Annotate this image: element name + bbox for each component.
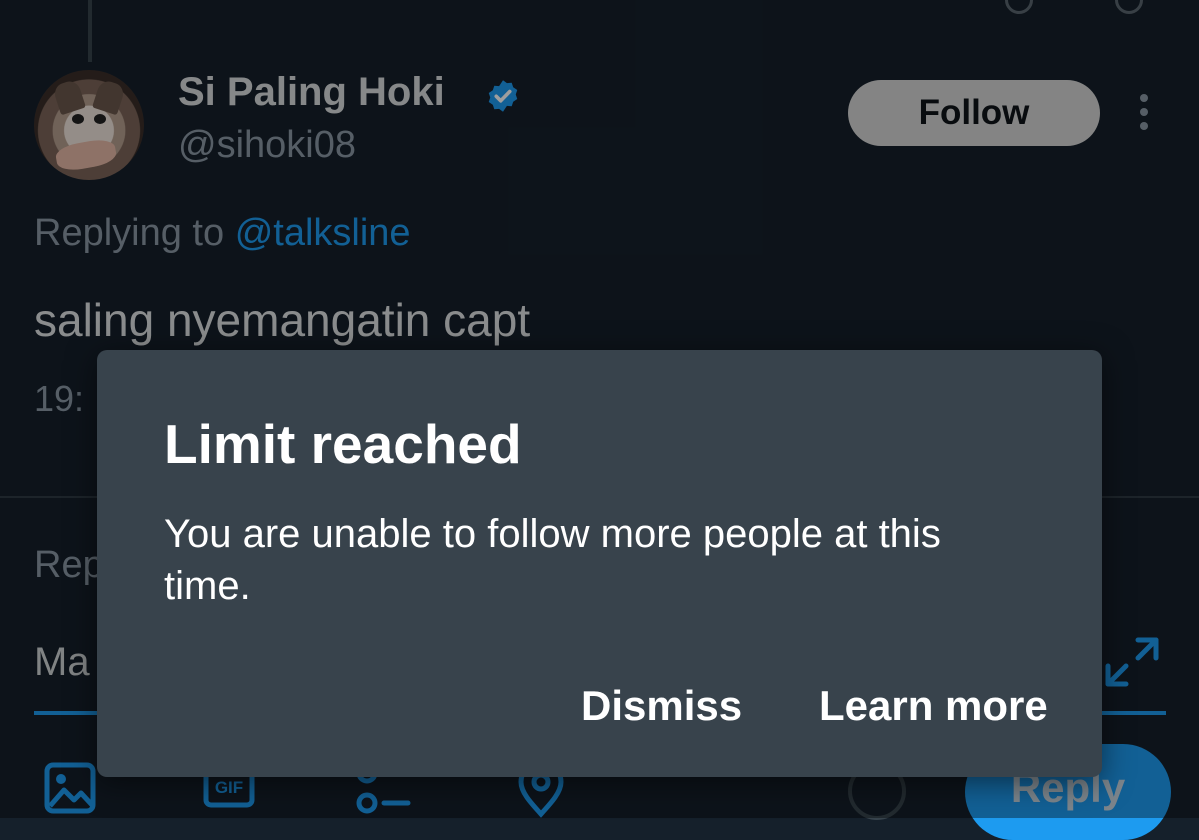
dialog-message: You are unable to follow more people at … — [164, 512, 941, 608]
limit-reached-dialog: Limit reached You are unable to follow m… — [97, 350, 1102, 777]
dialog-title: Limit reached — [164, 413, 522, 475]
dismiss-button[interactable]: Dismiss — [581, 682, 742, 730]
learn-more-button[interactable]: Learn more — [819, 682, 1048, 730]
